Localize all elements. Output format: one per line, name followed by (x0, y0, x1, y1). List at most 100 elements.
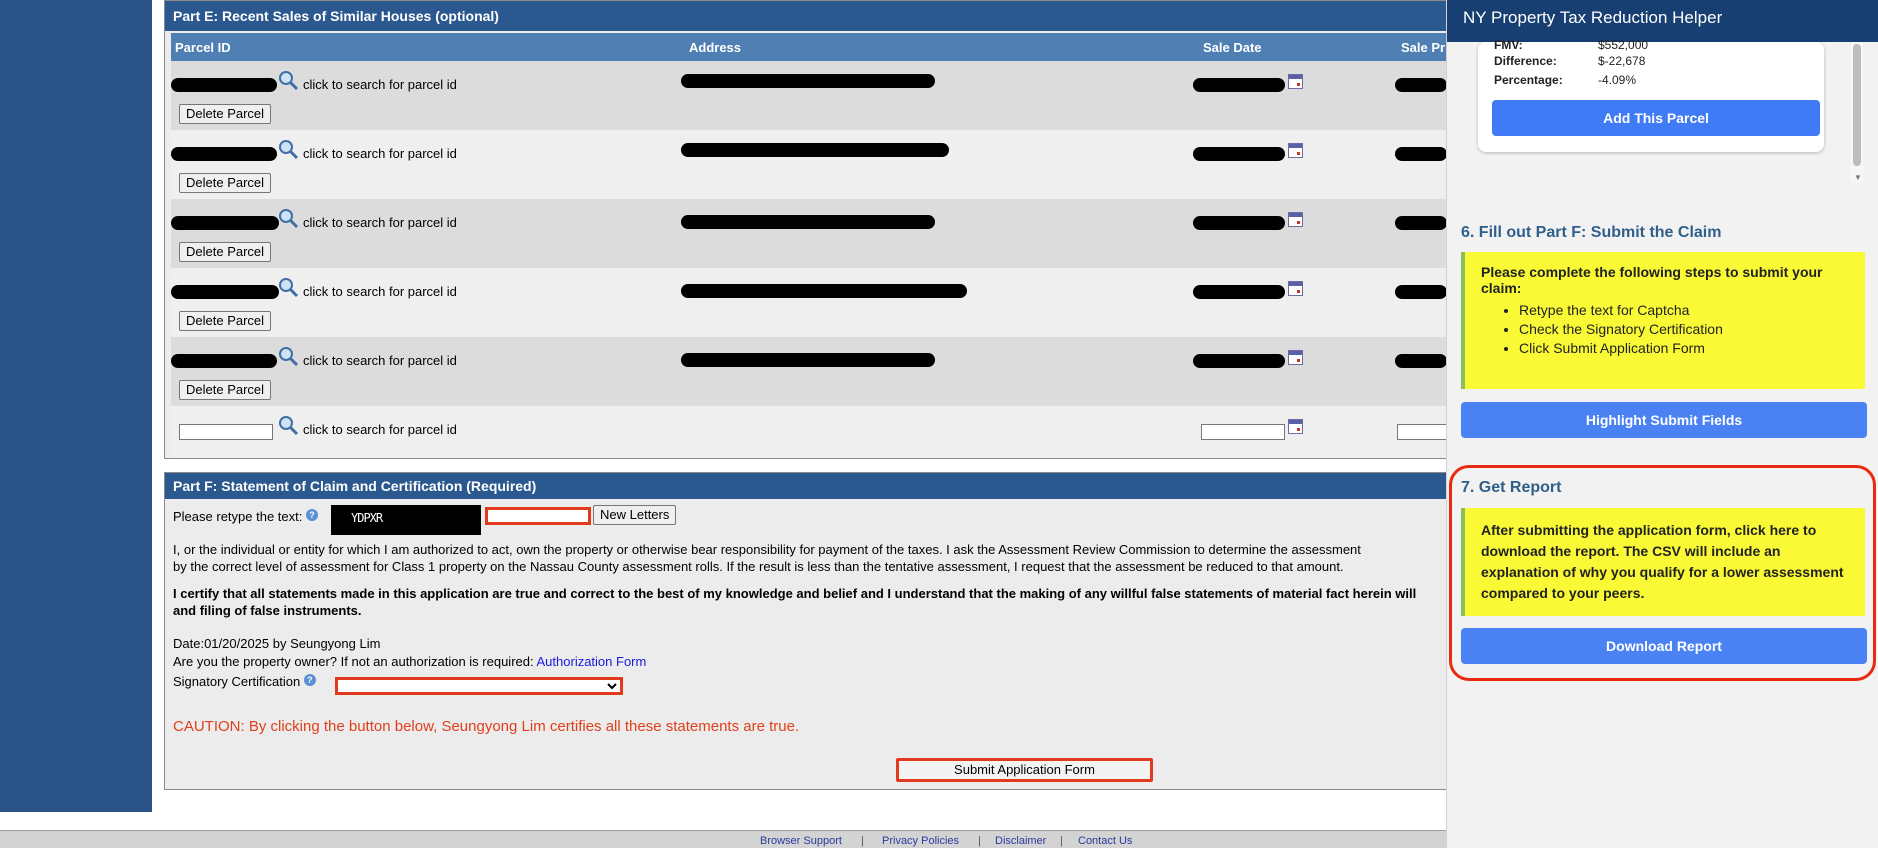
calendar-icon[interactable] (1288, 212, 1303, 227)
part-f-panel: Part F: Statement of Claim and Certifica… (164, 472, 1464, 790)
download-report-button[interactable]: Download Report (1461, 628, 1867, 664)
search-icon[interactable] (277, 138, 299, 160)
table-row: click to search for parcel id Delete Par… (171, 130, 1465, 199)
search-parcel-link[interactable]: click to search for parcel id (303, 422, 457, 437)
owner-question-row: Are you the property owner? If not an au… (173, 654, 646, 669)
help-icon[interactable]: ? (303, 674, 316, 686)
submit-application-button[interactable]: Submit Application Form (896, 758, 1153, 782)
redacted-sale-price[interactable] (1395, 78, 1447, 92)
help-icon[interactable]: ? (305, 509, 318, 521)
table-row: click to search for parcel id Delete Par… (171, 337, 1465, 406)
redacted-sale-date[interactable] (1193, 147, 1285, 161)
calendar-icon[interactable] (1288, 74, 1303, 89)
delete-parcel-button[interactable]: Delete Parcel (179, 242, 272, 262)
col-sale-date: Sale Date (1203, 40, 1262, 55)
footer-link-browser-support[interactable]: Browser Support (760, 835, 842, 847)
signatory-row: Signatory Certification ? (173, 674, 316, 689)
captcha-input[interactable] (485, 507, 591, 525)
main-content: Part E: Recent Sales of Similar Houses (… (164, 0, 1465, 800)
footer-link-privacy[interactable]: Privacy Policies (882, 835, 959, 847)
statement-line-2: by the correct level of assessment for C… (173, 559, 1344, 574)
redacted-address (681, 143, 949, 157)
part-f-title: Part F: Statement of Claim and Certifica… (165, 473, 1463, 499)
delete-parcel-button[interactable]: Delete Parcel (179, 173, 272, 193)
parcel-summary-card: FMV: $552,000 Difference: $-22,678 Perce… (1478, 38, 1824, 152)
step7-title: 7. Get Report (1461, 479, 1562, 496)
footer-link-disclaimer[interactable]: Disclaimer (995, 835, 1046, 847)
redacted-sale-date[interactable] (1193, 354, 1285, 368)
search-icon[interactable] (277, 414, 299, 436)
scrollbar-thumb[interactable] (1853, 44, 1861, 166)
redacted-address (681, 74, 935, 88)
percentage-value: -4.09% (1598, 73, 1637, 87)
statement-line-1: I, or the individual or entity for which… (173, 542, 1361, 557)
search-parcel-link[interactable]: click to search for parcel id (303, 146, 457, 161)
highlight-submit-fields-button[interactable]: Highlight Submit Fields (1461, 402, 1867, 438)
calendar-icon[interactable] (1288, 281, 1303, 296)
redacted-parcel-id (171, 78, 277, 92)
search-icon[interactable] (277, 345, 299, 367)
calendar-icon[interactable] (1288, 143, 1303, 158)
part-e-panel: Part E: Recent Sales of Similar Houses (… (164, 0, 1465, 459)
calendar-icon[interactable] (1288, 350, 1303, 365)
sale-date-input[interactable] (1201, 424, 1285, 440)
step6-item: Click Submit Application Form (1519, 340, 1849, 356)
redacted-sale-date[interactable] (1193, 216, 1285, 230)
step6-item: Retype the text for Captcha (1519, 302, 1849, 318)
fmv-label: FMV: (1494, 38, 1523, 52)
signatory-label: Signatory Certification (173, 674, 301, 689)
certify-line-1: I certify that all statements made in th… (173, 586, 1417, 601)
percentage-row: Percentage: -4.09% (1494, 73, 1694, 89)
authorization-form-link[interactable]: Authorization Form (537, 654, 647, 669)
delete-parcel-button[interactable]: Delete Parcel (179, 104, 272, 124)
col-parcel-id: Parcel ID (175, 40, 231, 55)
footer-separator: | (1060, 835, 1063, 847)
footer-link-contact[interactable]: Contact Us (1078, 835, 1132, 847)
redacted-parcel-id (171, 216, 279, 230)
step6-title: 6. Fill out Part F: Submit the Claim (1461, 224, 1722, 241)
search-parcel-link[interactable]: click to search for parcel id (303, 353, 457, 368)
sales-table-header: Parcel ID Address Sale Date Sale Price (171, 33, 1465, 61)
helper-panel: NY Property Tax Reduction Helper FMV: $5… (1446, 0, 1878, 848)
search-parcel-link[interactable]: click to search for parcel id (303, 284, 457, 299)
calendar-icon[interactable] (1288, 419, 1303, 434)
helper-title: NY Property Tax Reduction Helper (1447, 0, 1878, 42)
redacted-address (681, 215, 935, 229)
statement-text: I, or the individual or entity for which… (173, 541, 1463, 575)
search-icon[interactable] (277, 207, 299, 229)
scroll-down-arrow-icon[interactable]: ▼ (1854, 173, 1862, 182)
fmv-row: FMV: $552,000 (1494, 38, 1694, 52)
redacted-parcel-id (171, 285, 279, 299)
step6-item: Check the Signatory Certification (1519, 321, 1849, 337)
percentage-label: Percentage: (1494, 73, 1563, 87)
difference-value: $-22,678 (1598, 54, 1646, 68)
search-icon[interactable] (277, 69, 299, 91)
footer: Browser Support | Privacy Policies | Dis… (0, 830, 1446, 848)
search-parcel-link[interactable]: click to search for parcel id (303, 77, 457, 92)
footer-separator: | (978, 835, 981, 847)
owner-question: Are you the property owner? If not an au… (173, 654, 534, 669)
redacted-sale-date[interactable] (1193, 78, 1285, 92)
delete-parcel-button[interactable]: Delete Parcel (179, 311, 272, 331)
redacted-address (681, 284, 967, 298)
new-letters-button[interactable]: New Letters (593, 505, 677, 525)
redacted-sale-date[interactable] (1193, 285, 1285, 299)
add-parcel-button[interactable]: Add This Parcel (1492, 100, 1820, 136)
fmv-value: $552,000 (1598, 38, 1649, 52)
delete-parcel-button[interactable]: Delete Parcel (179, 380, 272, 400)
left-page-band (0, 0, 152, 812)
search-parcel-link[interactable]: click to search for parcel id (303, 215, 457, 230)
retype-label: Please retype the text: (173, 509, 303, 524)
table-row: click to search for parcel id Delete Par… (171, 199, 1465, 268)
signatory-certification-select[interactable] (335, 677, 623, 695)
parcel-id-input[interactable] (179, 424, 273, 440)
search-icon[interactable] (277, 276, 299, 298)
part-e-title: Part E: Recent Sales of Similar Houses (… (165, 1, 1463, 31)
card-scrollbar[interactable]: ▼ (1851, 42, 1863, 182)
redacted-sale-price[interactable] (1395, 285, 1447, 299)
redacted-parcel-id (171, 354, 277, 368)
redacted-sale-price[interactable] (1395, 147, 1447, 161)
redacted-sale-price[interactable] (1395, 354, 1447, 368)
redacted-sale-price[interactable] (1395, 216, 1447, 230)
table-row-empty: click to search for parcel id (171, 406, 1465, 458)
